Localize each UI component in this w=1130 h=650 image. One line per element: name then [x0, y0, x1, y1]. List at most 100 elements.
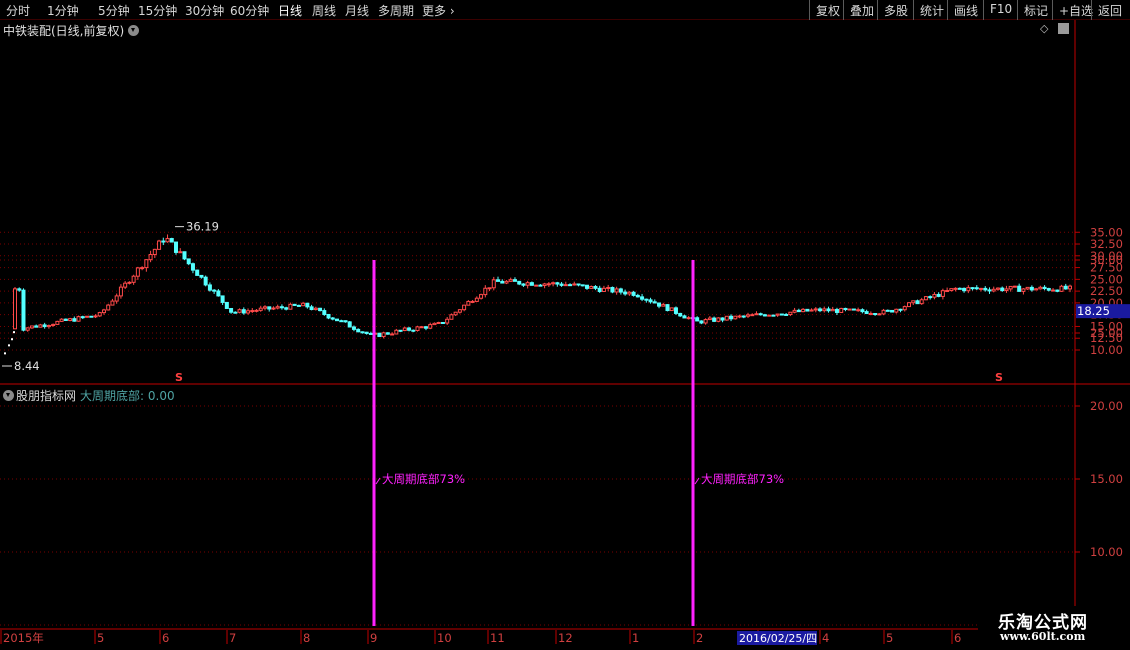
- candle-body: [123, 282, 128, 288]
- candle-body: [254, 309, 259, 312]
- x-axis-label: 2015年: [3, 631, 44, 645]
- candle-body: [76, 316, 81, 322]
- candle-body: [411, 329, 416, 332]
- main-chart-header: 中铁装配(日线,前复权) ◇: [0, 20, 1075, 38]
- candle-body: [504, 280, 509, 284]
- candle-body: [25, 327, 30, 331]
- candle-body: [182, 251, 187, 260]
- candle-body: [834, 308, 839, 313]
- candle-body: [140, 267, 145, 270]
- candle-body: [873, 313, 878, 316]
- candle-body: [661, 304, 666, 307]
- candle-body: [381, 332, 386, 338]
- candle-body: [390, 333, 395, 336]
- candle-body: [995, 287, 1000, 290]
- candle-body: [1042, 286, 1047, 290]
- candle-body: [402, 327, 407, 332]
- candle-body: [271, 307, 276, 310]
- candle-body: [462, 304, 467, 311]
- candle-body: [593, 286, 598, 289]
- candle-body: [313, 307, 318, 311]
- candle-body: [987, 289, 992, 292]
- candle-body: [623, 291, 628, 295]
- diamond-icon[interactable]: ◇: [1040, 22, 1048, 35]
- candle-body: [29, 325, 34, 329]
- candle-body: [216, 290, 221, 297]
- candle-body: [241, 309, 246, 314]
- x-axis-label: 8: [303, 631, 310, 645]
- candle-body: [174, 241, 179, 253]
- candle-body: [500, 280, 505, 284]
- candle-body: [457, 309, 462, 313]
- candle-body: [665, 304, 670, 312]
- candle-body: [733, 315, 738, 320]
- candle-body: [966, 287, 971, 292]
- candle-body: [38, 324, 43, 328]
- chevron-down-icon[interactable]: [128, 25, 140, 36]
- watermark-logo: 乐淘公式网 www.60lt.com: [978, 606, 1130, 650]
- candle-body: [906, 302, 911, 308]
- candle-body: [1063, 285, 1068, 290]
- sub-y-tick-label: 10.00: [1090, 545, 1123, 559]
- candle-body: [754, 313, 759, 316]
- candle-body: [618, 288, 623, 293]
- candle-body: [1025, 286, 1030, 290]
- candle-body: [415, 326, 420, 331]
- candle-body: [669, 307, 674, 312]
- x-axis-label: 11: [490, 631, 505, 645]
- candle-body: [127, 281, 132, 284]
- candle-body: [851, 308, 856, 311]
- x-axis-label: 1: [632, 631, 639, 645]
- candle-body: [983, 287, 988, 291]
- candle-body: [474, 297, 479, 302]
- candle-body: [644, 298, 649, 301]
- candle-body: [135, 267, 140, 277]
- candle-body: [508, 279, 513, 282]
- x-axis-label: 5: [97, 631, 104, 645]
- x-axis-label: 6: [954, 631, 961, 645]
- candle-body: [385, 332, 390, 335]
- candle-body: [991, 288, 996, 292]
- candle-body: [21, 289, 26, 331]
- candle-body: [788, 311, 793, 316]
- stock-chart[interactable]: 35.0032.5030.0027.5025.0022.5020.0017.50…: [0, 0, 1130, 650]
- candle-body: [657, 302, 662, 307]
- candle-body: [525, 282, 530, 286]
- candle-body: [360, 331, 365, 334]
- candle-body: [584, 284, 589, 289]
- candle-body: [890, 309, 895, 313]
- candle-body: [724, 315, 729, 321]
- candle-body: [250, 310, 255, 313]
- settings-icon[interactable]: [1058, 23, 1069, 34]
- candle-body: [580, 284, 585, 287]
- candle-body: [190, 263, 195, 271]
- candle-dot: [8, 344, 10, 347]
- candle-body: [212, 289, 217, 292]
- candle-body: [1008, 285, 1013, 290]
- candle-body: [152, 248, 157, 256]
- candle-body: [546, 283, 551, 286]
- chevron-down-icon[interactable]: [3, 390, 14, 401]
- candle-body: [614, 288, 619, 293]
- candle-body: [258, 307, 263, 311]
- signal-s-marker: S: [995, 371, 1003, 384]
- candle-body: [347, 321, 352, 328]
- candle-body: [953, 287, 958, 290]
- signal-label: 大周期底部73%: [382, 472, 465, 486]
- low-price-label: 8.44: [14, 359, 40, 373]
- high-price-label: 36.19: [186, 220, 219, 234]
- candle-body: [398, 329, 403, 332]
- candle-dot: [13, 331, 15, 334]
- candle-body: [491, 279, 496, 289]
- candle-body: [856, 309, 861, 312]
- candle-body: [809, 309, 814, 312]
- candle-body: [55, 320, 60, 325]
- candle-body: [936, 293, 941, 297]
- candle-body: [801, 308, 806, 313]
- candle-body: [962, 287, 967, 292]
- candle-body: [445, 318, 450, 324]
- candle-body: [220, 295, 225, 303]
- candle-body: [940, 290, 945, 297]
- candle-body: [479, 294, 484, 299]
- candle-body: [89, 315, 94, 318]
